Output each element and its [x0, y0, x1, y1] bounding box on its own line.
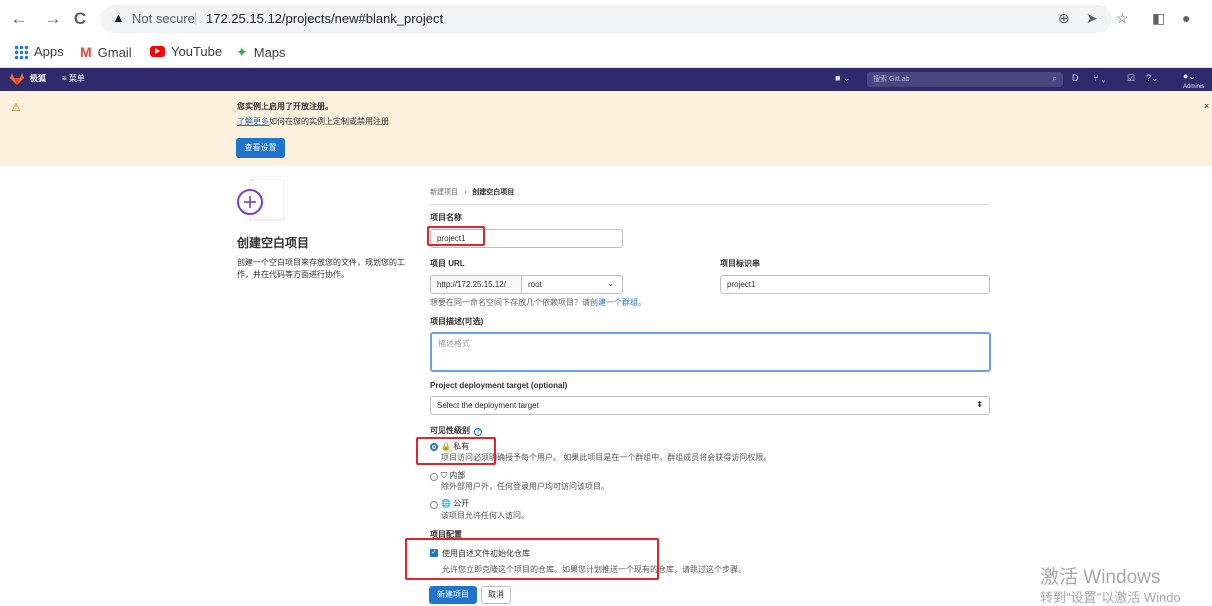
zoom-icon[interactable]: ⊕ [1058, 10, 1070, 27]
visibility-internal-title: ⛉ 内部 [441, 471, 466, 480]
bookmark-gmail[interactable]: M Gmail [80, 44, 132, 60]
cancel-button[interactable]: 取消 [481, 586, 511, 604]
banner-description: 如何在您的实例上定制或禁用注册 [269, 117, 389, 126]
create-new-icon[interactable]: ■ ⌄ [835, 73, 850, 84]
breadcrumb-new-project[interactable]: 新建项目 [430, 189, 458, 196]
maps-icon: ✦ [236, 44, 248, 60]
profile-icon[interactable]: ● [1182, 10, 1190, 26]
visibility-internal-desc: 除外部用户外，任何登录用户均可访问该项目。 [441, 482, 609, 491]
apps-grid-icon [14, 44, 28, 59]
gmail-icon: M [80, 44, 92, 60]
watermark-line2: 转到"设置"以激活 Windo [1040, 590, 1181, 605]
project-slug-label: 项目标识串 [720, 259, 760, 268]
deploy-target-value: Select the deployment target [437, 401, 539, 410]
deploy-target-select[interactable]: Select the deployment target ⬍ [430, 396, 990, 415]
project-url-label: 项目 URL [430, 259, 465, 268]
visibility-public-radio[interactable] [430, 501, 438, 509]
warning-icon[interactable]: ▲ [112, 10, 125, 25]
merge-requests-icon[interactable]: ⑂ ⌄ [1093, 73, 1106, 83]
breadcrumb-separator: › [463, 189, 467, 196]
description-textarea[interactable]: 描述格式 [430, 332, 991, 372]
page-title: 创建空白项目 [237, 236, 310, 250]
browser-toolbar: ← → C ▲ Not secure | 172.25.15.12/projec… [0, 0, 1212, 68]
help-icon[interactable]: ?⌄ [1146, 73, 1159, 84]
brand-label[interactable]: 极狐 [30, 73, 46, 84]
banner-title: 您实例上启用了开放注册。 [237, 102, 333, 111]
bookmark-label: Gmail [97, 44, 132, 60]
project-url-prefix: http://172.25.15.12/ [430, 275, 522, 294]
sidebar-toggle-icon[interactable]: ◧ [1152, 10, 1165, 27]
view-settings-button[interactable]: 查看设置 [236, 138, 285, 158]
reload-button[interactable]: C [69, 8, 91, 30]
project-name-label: 项目名称 [430, 213, 462, 222]
blank-project-illustration [237, 176, 288, 221]
page-description: 创建一个空白项目来存放您的文件，规划您的工作，并在代码等方面进行协作。 [237, 258, 405, 279]
url-text[interactable]: 172.25.15.12/projects/new#blank_project [206, 11, 443, 26]
close-icon[interactable]: × [1204, 101, 1209, 111]
bookmark-star-icon[interactable]: ☆ [1116, 10, 1129, 27]
main-menu-button[interactable]: ≡ 菜单 [62, 73, 85, 84]
visibility-label: 可见性级别 ? [430, 425, 483, 436]
bookmark-youtube[interactable]: YouTube [150, 44, 222, 59]
learn-more-link[interactable]: 了解更多 [237, 117, 269, 126]
annotation-box-readme [405, 538, 659, 580]
chevron-down-icon: ⌄ [607, 279, 614, 288]
namespace-help: 想要在同一命名空间下存放几个依赖项目？请创建一个群组。 [430, 297, 646, 308]
search-input[interactable]: 搜索 GitLab ⌕ [867, 72, 1063, 87]
divider [430, 204, 990, 205]
watermark-line1: 激活 Windows [1040, 567, 1161, 588]
description-label: 项目描述(可选) [430, 317, 484, 326]
admin-label: Adminis [1183, 84, 1205, 90]
back-button[interactable]: ← [8, 8, 30, 30]
gitlab-navbar: 极狐 ≡ 菜单 ■ ⌄ 搜索 GitLab ⌕ D ⑂ ⌄ ☑ ?⌄ ●⌄ Ad… [0, 68, 1212, 91]
issues-icon[interactable]: D [1072, 73, 1079, 83]
visibility-internal-radio[interactable] [430, 473, 438, 481]
address-bar[interactable]: ▲ Not secure | 172.25.15.12/projects/new… [100, 5, 1129, 33]
deploy-target-label: Project deployment target (optional) [430, 381, 568, 390]
bookmark-label: YouTube [171, 44, 223, 59]
project-slug-input[interactable]: project1 [720, 275, 990, 294]
share-icon[interactable]: ➤ [1086, 10, 1098, 27]
url-divider: | [194, 10, 198, 25]
create-project-button[interactable]: 新建项目 [429, 586, 477, 604]
visibility-public-title: 🌐 公开 [441, 499, 470, 508]
bookmark-apps[interactable]: Apps [14, 44, 64, 59]
help-icon[interactable]: ? [474, 428, 483, 436]
banner-text: 了解更多如何在您的实例上定制或禁用注册 [237, 116, 389, 127]
namespace-select[interactable]: root ⌄ [521, 275, 623, 294]
security-label[interactable]: Not secure [132, 11, 195, 26]
namespace-help-text: 想要在同一命名空间下存放几个依赖项目？请 [430, 298, 590, 307]
bookmark-label: Apps [34, 44, 64, 59]
namespace-value: root [528, 280, 542, 289]
bookmark-label: Maps [253, 45, 286, 60]
select-arrows-icon: ⬍ [976, 400, 983, 409]
bookmarks-bar: Apps M Gmail YouTube ✦ Maps [0, 38, 1212, 67]
avatar[interactable]: ●⌄ [1183, 71, 1196, 82]
search-icon: ⌕ [1052, 74, 1057, 83]
annotation-box-name [427, 226, 485, 246]
warning-icon: ⚠ [11, 102, 21, 114]
visibility-public-desc: 该项目允许任何人访问。 [441, 511, 529, 520]
forward-button[interactable]: → [42, 8, 64, 30]
breadcrumb: 新建项目 › 创建空白项目 [430, 187, 514, 197]
youtube-icon [150, 46, 165, 57]
todos-icon[interactable]: ☑ [1127, 73, 1135, 84]
annotation-box-visibility [416, 437, 496, 465]
search-placeholder: 搜索 GitLab [873, 76, 910, 83]
breadcrumb-current: 创建空白项目 [472, 189, 515, 196]
bookmark-maps[interactable]: ✦ Maps [236, 44, 286, 61]
registration-banner: ⚠ 您实例上启用了开放注册。 了解更多如何在您的实例上定制或禁用注册 查看设置 … [0, 91, 1212, 166]
gitlab-logo-icon[interactable] [10, 73, 24, 85]
create-group-link[interactable]: 创建一个群组。 [590, 298, 646, 307]
